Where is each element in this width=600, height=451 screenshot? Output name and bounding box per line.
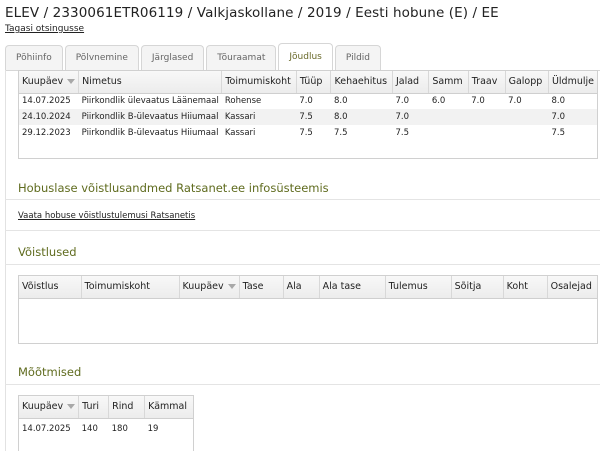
cell-location: Kassari [221,109,297,125]
evaluations-grid: Kuupäev Nimetus Toimumiskoht Tüüp Kehaeh… [18,70,598,159]
sort-arrow-icon[interactable] [67,404,76,410]
cell-walk-score [429,125,468,141]
cell-canter-score: 7.0 [508,96,522,107]
cell-name: Piirkondlik B-ülevaatus Hiiumaal [78,109,222,125]
cell-trot-score: 7.0 [471,96,485,107]
cell-date: 24.10.2024 [19,109,79,125]
column-header-ala-tase[interactable]: Ala tase [319,276,386,299]
section-divider [5,199,600,200]
sort-arrow-icon[interactable] [67,79,76,85]
table-row: 14.07.2025 Piirkondlik ülevaatus Läänema… [19,93,597,109]
tab-touraamat[interactable]: Tõuraamat [206,45,277,70]
column-header-kuupaev[interactable]: Kuupäev [19,71,80,94]
cell-conformation-score: 8.0 [330,109,393,125]
cell-name: Piirkondlik B-ülevaatus Hiiumaal [81,128,219,138]
cell-overall-score: 8.0 [551,96,565,107]
cell-withers-height: 140 [81,423,98,434]
tab-bar: Põhiinfo Põlvnemine Järglased Tõuraamat … [5,43,383,70]
column-header-kammal[interactable]: Kämmal [144,396,193,419]
column-header-turi[interactable]: Turi [78,396,110,419]
cell-location: Kassari [224,128,256,138]
competitions-header-row: Võistlus Toimumiskoht Kuupäev Tase Ala A… [19,276,597,299]
column-header-tuup[interactable]: Tüüp [296,71,332,94]
column-header-ala[interactable]: Ala [283,276,320,299]
column-header-galopp[interactable]: Galopp [505,71,549,94]
column-header-soitja[interactable]: Sõitja [451,276,504,299]
section-divider [5,384,600,385]
cell-legs-score: 7.0 [395,96,409,107]
cell-overall-score: 7.5 [551,128,565,138]
cell-conformation-score: 7.5 [333,128,348,138]
column-header-toimumiskoht[interactable]: Toimumiskoht [81,276,180,299]
column-header-kehaehitus[interactable]: Kehaehitus [330,71,393,94]
cell-trot-score [468,125,505,141]
column-header-koht[interactable]: Koht [503,276,548,299]
cell-walk-score [428,109,469,125]
cell-date: 14.07.2025 [22,423,71,434]
cell-canter-score [505,109,549,125]
tab-pildid[interactable]: Pildid [334,45,382,70]
column-header-tulemus[interactable]: Tulemus [385,276,452,299]
measurements-grid: Kuupäev Turi Rind Kämmal 14.07.2025 140 … [18,395,194,451]
cell-legs-score: 7.0 [392,109,429,125]
column-header-kuupaev[interactable]: Kuupäev [179,276,240,299]
back-to-search-link[interactable]: Tagasi otsingusse [5,24,84,34]
cell-type-score: 7.5 [296,109,331,125]
section-divider [5,264,600,265]
column-header-rind[interactable]: Rind [108,396,146,419]
cell-date: 29.12.2023 [22,128,71,138]
sort-arrow-icon[interactable] [227,284,236,290]
ratsanet-results-link[interactable]: Vaata hobuse võistlustulemusi Ratsanetis [18,211,195,221]
cell-trot-score [468,109,506,125]
column-header-voistlus[interactable]: Võistlus [19,276,82,299]
cell-type-score: 7.0 [299,96,313,107]
tab-joudlus[interactable]: Jõudlus [278,43,333,70]
competitions-title: Võistlused [18,245,77,259]
cell-legs-score: 7.5 [395,128,409,138]
measurements-title: Mõõtmised [18,365,82,379]
cell-type-score: 7.5 [299,128,313,138]
cell-name: Piirkondlik ülevaatus Läänemaal [81,96,219,107]
tab-polvnemine[interactable]: Põlvnemine [64,45,139,70]
cell-overall-score: 7.0 [548,109,597,125]
column-header-kuupaev[interactable]: Kuupäev [19,396,80,419]
evaluations-header-row: Kuupäev Nimetus Toimumiskoht Tüüp Kehaeh… [19,71,597,94]
measurements-header-row: Kuupäev Turi Rind Kämmal [19,396,193,419]
column-header-toimumiskoht[interactable]: Toimumiskoht [221,71,297,94]
cell-cannon-girth: 19 [147,423,159,434]
cell-chest-girth: 180 [111,423,128,434]
cell-date: 14.07.2025 [22,96,71,107]
column-header-tase[interactable]: Tase [239,276,284,299]
column-header-samm[interactable]: Samm [428,71,469,94]
competitions-grid: Võistlus Toimumiskoht Kuupäev Tase Ala A… [18,275,598,344]
column-header-osalejad[interactable]: Osalejad [547,276,597,299]
cell-conformation-score: 8.0 [333,96,348,107]
table-row: 24.10.2024 Piirkondlik B-ülevaatus Hiium… [19,109,597,125]
cell-canter-score [505,125,548,141]
tab-jarglased[interactable]: Järglased [140,45,205,70]
column-header-nimetus[interactable]: Nimetus [78,71,223,94]
cell-walk-score: 6.0 [431,96,446,107]
column-header-jalad[interactable]: Jalad [392,71,430,94]
page-title: ELEV / 2330061ETR06119 / Valkjaskollane … [5,5,499,21]
racing-info-title: Hobuslase võistlusandmed Ratsanet.ee inf… [18,181,329,195]
column-header-uldmulje[interactable]: Üldmulje [548,71,597,94]
cell-location: Rohense [224,96,262,107]
table-row: 29.12.2023 Piirkondlik B-ülevaatus Hiium… [19,125,597,141]
section-divider [5,230,600,231]
tab-pohiinfo[interactable]: Põhiinfo [5,45,63,70]
table-row: 14.07.2025 140 180 19 [19,418,193,439]
column-header-traav[interactable]: Traav [468,71,506,94]
